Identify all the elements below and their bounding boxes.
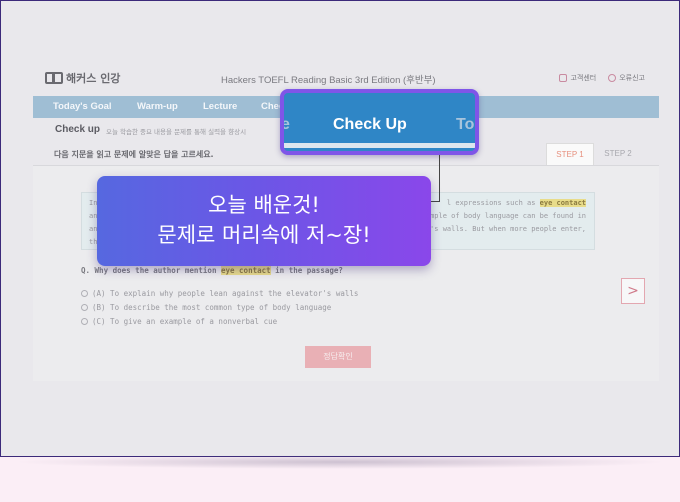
radio-button[interactable] <box>81 317 88 325</box>
answer-options: (A) To explain why people lean against t… <box>81 286 358 328</box>
check-answer-button[interactable]: 정답확인 <box>305 346 371 368</box>
nav-lecture[interactable]: Lecture <box>203 101 237 112</box>
question-highlight: eye contact <box>220 266 271 275</box>
instruction-text: 다음 지문을 읽고 문제에 알맞은 답을 고르세요. <box>54 150 214 159</box>
zoom-text-right: To <box>456 116 475 133</box>
nav-warm-up[interactable]: Warm-up <box>137 101 178 112</box>
search-icon <box>608 74 617 82</box>
customer-center-label: 고객센터 <box>570 74 597 82</box>
next-arrow-button[interactable]: > <box>621 278 645 304</box>
zoom-text-check-up: Check Up <box>333 116 407 133</box>
frame-shadow <box>12 455 668 469</box>
logo[interactable]: 해커스 인강 <box>45 70 120 86</box>
zoom-callout: e Check Up To <box>280 89 479 155</box>
question-prefix: Q. Why does the author mention <box>81 266 221 275</box>
passage-line: l expressions such as eye contact <box>426 197 586 210</box>
bubble-line-1: 오늘 배운것! <box>208 193 320 217</box>
nav-todays-goal[interactable]: Today's Goal <box>53 101 112 112</box>
passage-right-fragment: l expressions such as eye contact mple o… <box>426 197 586 236</box>
question-suffix: in the passage? <box>270 266 343 275</box>
passage-highlight: eye contact <box>539 199 586 207</box>
radio-button[interactable] <box>81 289 88 297</box>
radio-button[interactable] <box>81 303 88 311</box>
tab-step-1[interactable]: STEP 1 <box>546 143 594 165</box>
zoom-panel-edge <box>284 143 475 148</box>
question-text: Q. Why does the author mention eye conta… <box>81 266 343 275</box>
error-report-label: 오류신고 <box>619 74 645 82</box>
option-b[interactable]: (B) To describe the most common type of … <box>81 300 358 314</box>
passage-text: l expressions such as <box>446 199 540 207</box>
option-a[interactable]: (A) To explain why people lean against t… <box>81 286 358 300</box>
zoom-text-left: e <box>281 116 290 133</box>
header-links: 고객센터 오류신고 <box>559 73 645 83</box>
logo-mark-icon <box>45 72 63 84</box>
tab-step-2[interactable]: STEP 2 <box>594 143 642 165</box>
logo-text: 해커스 인강 <box>66 72 121 85</box>
option-label: (A) To explain why people lean against t… <box>92 288 359 298</box>
section-title: Check up <box>55 124 101 135</box>
step-tabs: STEP 1 STEP 2 <box>546 143 642 165</box>
option-label: (C) To give an example of a nonverbal cu… <box>92 316 278 326</box>
bubble-line-2: 문제로 머리속에 저~장! <box>157 223 371 247</box>
passage-line: mple of body language can be found in <box>430 212 586 220</box>
course-title: Hackers TOEFL Reading Basic 3rd Edition … <box>221 75 436 86</box>
section-description: 오늘 학습한 중요 내용을 문제를 통해 실력을 향상시 <box>106 128 247 136</box>
customer-center-link[interactable]: 고객센터 <box>559 73 596 83</box>
help-icon <box>559 74 568 82</box>
option-c[interactable]: (C) To give an example of a nonverbal cu… <box>81 314 358 328</box>
option-label: (B) To describe the most common type of … <box>92 302 332 312</box>
tooltip-bubble: 오늘 배운것! 문제로 머리속에 저~장! <box>97 176 431 266</box>
passage-line: r's walls. But when more people enter, <box>425 225 586 233</box>
error-report-link[interactable]: 오류신고 <box>608 73 645 83</box>
